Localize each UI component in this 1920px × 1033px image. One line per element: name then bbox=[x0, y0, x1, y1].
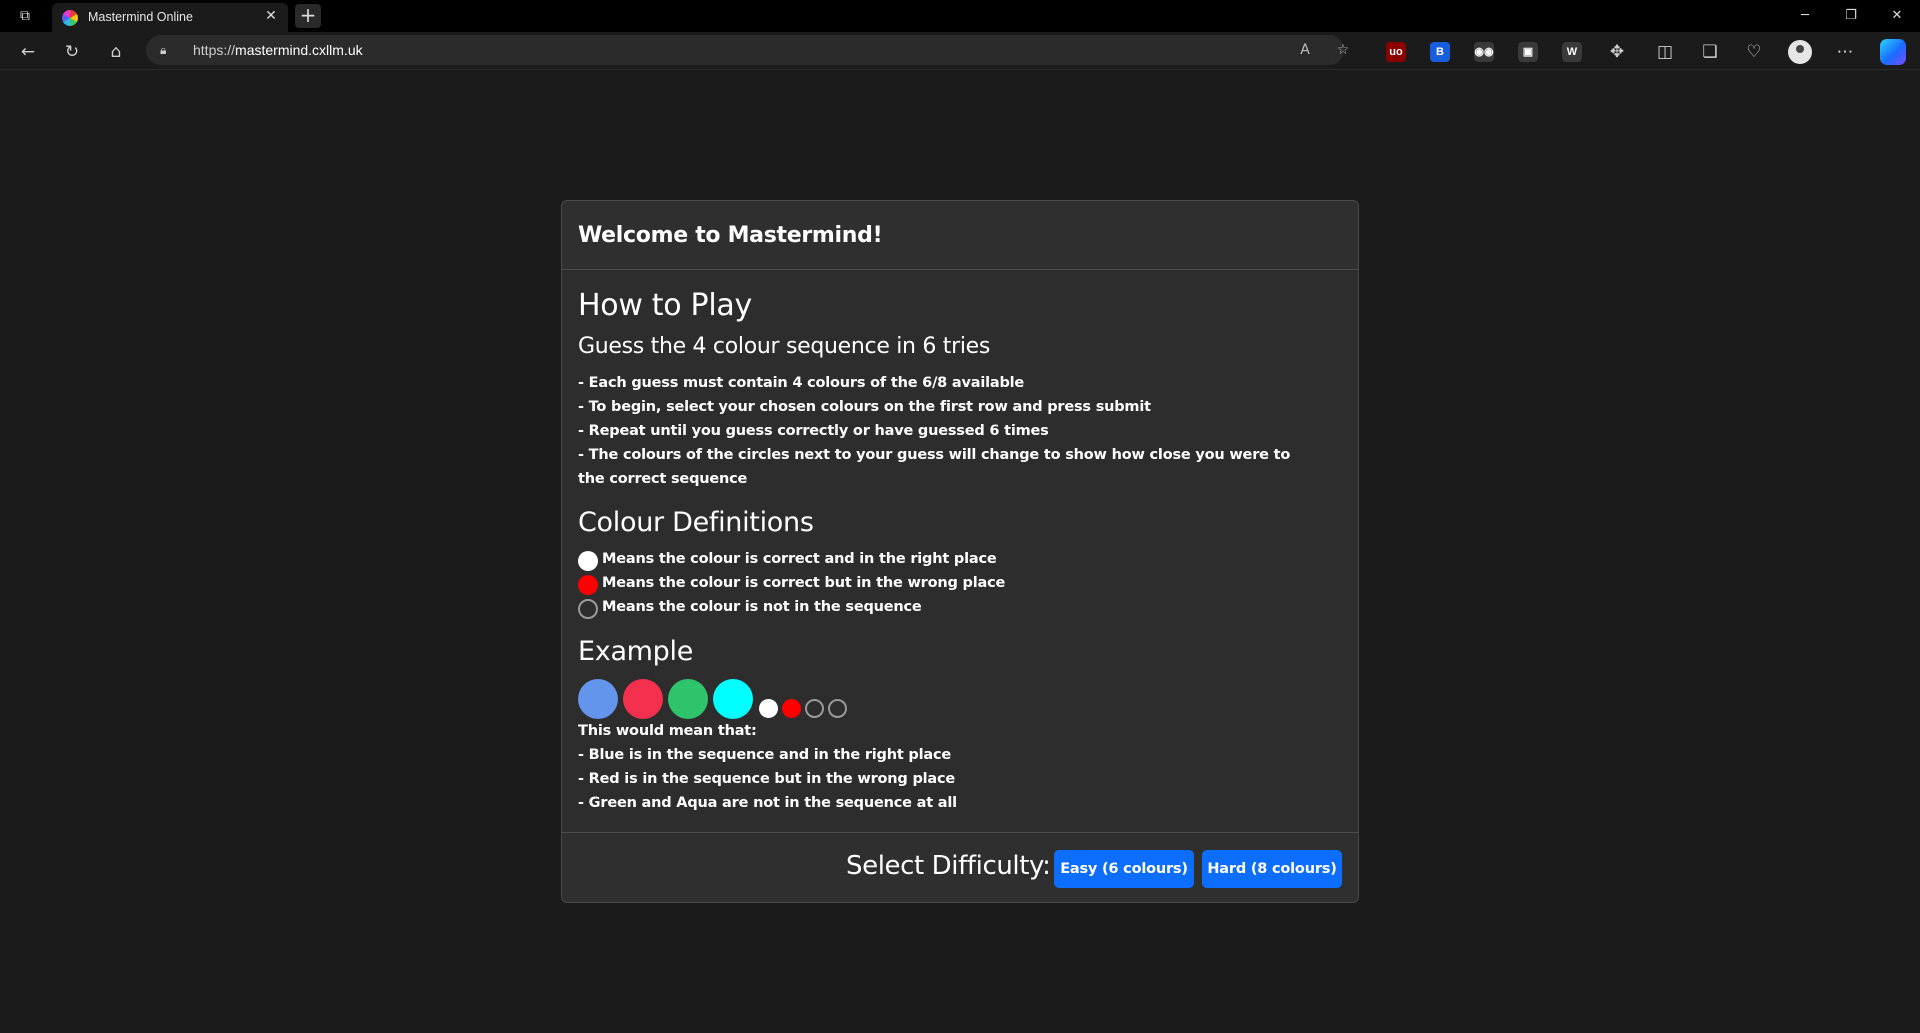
card-header: Welcome to Mastermind! bbox=[562, 201, 1358, 270]
subtitle-heading: Guess the 4 colour sequence in 6 tries bbox=[578, 334, 991, 359]
url-text[interactable]: https://mastermind.cxllm.uk bbox=[193, 42, 363, 58]
copilot-icon[interactable] bbox=[1880, 39, 1906, 65]
favorite-star-icon[interactable]: ☆ bbox=[1332, 40, 1354, 60]
colour-definitions-heading: Colour Definitions bbox=[578, 507, 814, 538]
w-extension-icon[interactable]: W bbox=[1562, 42, 1582, 62]
mastermind-favicon-icon bbox=[62, 10, 78, 26]
new-tab-button[interactable]: + bbox=[295, 4, 321, 28]
card-title: Welcome to Mastermind! bbox=[578, 223, 883, 248]
home-icon[interactable]: ⌂ bbox=[102, 38, 130, 66]
rule-line: - Repeat until you guess correctly or ha… bbox=[578, 423, 1049, 439]
definition-text: Means the colour is not in the sequence bbox=[602, 599, 922, 615]
more-menu-icon[interactable]: ⋯ bbox=[1831, 38, 1859, 66]
aqua-peg bbox=[713, 679, 753, 719]
red-peg bbox=[623, 679, 663, 719]
feedback-empty-peg bbox=[828, 699, 847, 718]
easy-difficulty-button[interactable]: Easy (6 colours) bbox=[1054, 850, 1194, 888]
browser-toolbar: ← ↻ ⌂ 🔒︎ https://mastermind.cxllm.uk A ☆… bbox=[0, 32, 1920, 70]
card-footer: Select Difficulty: Easy (6 colours) Hard… bbox=[562, 832, 1358, 902]
glasses-extension-icon[interactable]: ◉◉ bbox=[1474, 42, 1494, 62]
empty-peg-icon bbox=[578, 599, 598, 619]
select-difficulty-label: Select Difficulty: bbox=[846, 851, 1051, 881]
rule-line: - Each guess must contain 4 colours of t… bbox=[578, 375, 1025, 391]
profile-avatar[interactable] bbox=[1788, 40, 1812, 64]
tab-extension-icon[interactable]: ▣ bbox=[1518, 42, 1538, 62]
blue-peg bbox=[578, 679, 618, 719]
refresh-icon[interactable]: ↻ bbox=[58, 38, 86, 66]
rule-line: - To begin, select your chosen colours o… bbox=[578, 399, 1151, 415]
bitwarden-icon[interactable]: B bbox=[1430, 42, 1450, 62]
url-scheme: https:// bbox=[193, 42, 236, 58]
feedback-empty-peg bbox=[805, 699, 824, 718]
definition-text: Means the colour is correct and in the r… bbox=[602, 551, 997, 567]
address-bar[interactable]: 🔒︎ https://mastermind.cxllm.uk A ☆ bbox=[146, 35, 1349, 65]
tab-title: Mastermind Online bbox=[88, 10, 193, 24]
minimize-button[interactable]: ─ bbox=[1782, 0, 1828, 32]
green-peg bbox=[668, 679, 708, 719]
example-line: - Green and Aqua are not in the sequence… bbox=[578, 795, 957, 811]
browser-essentials-icon[interactable]: ♡ bbox=[1740, 38, 1768, 66]
hard-difficulty-button[interactable]: Hard (8 colours) bbox=[1202, 850, 1342, 888]
browser-tab[interactable]: Mastermind Online ✕ bbox=[52, 3, 288, 32]
workspaces-icon[interactable]: ⧉ bbox=[16, 7, 34, 25]
how-to-play-heading: How to Play bbox=[578, 288, 752, 323]
feedback-red-peg bbox=[782, 699, 801, 718]
collections-icon[interactable]: ❏ bbox=[1696, 38, 1724, 66]
welcome-card: Welcome to Mastermind! How to Play Guess… bbox=[561, 200, 1359, 903]
close-window-button[interactable]: ✕ bbox=[1874, 0, 1920, 32]
example-line: - Red is in the sequence but in the wron… bbox=[578, 771, 956, 787]
definition-text: Means the colour is correct but in the w… bbox=[602, 575, 1006, 591]
ublock-icon[interactable]: uo bbox=[1386, 42, 1406, 62]
restore-button[interactable]: ❐ bbox=[1828, 0, 1874, 32]
white-peg-icon bbox=[578, 551, 598, 571]
example-line: - Blue is in the sequence and in the rig… bbox=[578, 747, 952, 763]
lock-icon[interactable]: 🔒︎ bbox=[160, 41, 176, 59]
split-screen-icon[interactable]: ◫ bbox=[1651, 38, 1679, 66]
url-host: mastermind.cxllm.uk bbox=[235, 42, 363, 58]
browser-tab-strip: ⧉ Mastermind Online ✕ + ─ ❐ ✕ bbox=[0, 0, 1920, 32]
example-heading: Example bbox=[578, 636, 694, 667]
feedback-white-peg bbox=[759, 699, 778, 718]
extensions-puzzle-icon[interactable]: ✥ bbox=[1603, 38, 1631, 66]
red-peg-icon bbox=[578, 575, 598, 595]
rule-line: - The colours of the circles next to you… bbox=[578, 447, 1291, 487]
read-aloud-icon[interactable]: A bbox=[1294, 40, 1316, 60]
example-line: This would mean that: bbox=[578, 723, 757, 739]
close-tab-icon[interactable]: ✕ bbox=[262, 7, 280, 25]
back-arrow-icon[interactable]: ← bbox=[14, 38, 42, 66]
